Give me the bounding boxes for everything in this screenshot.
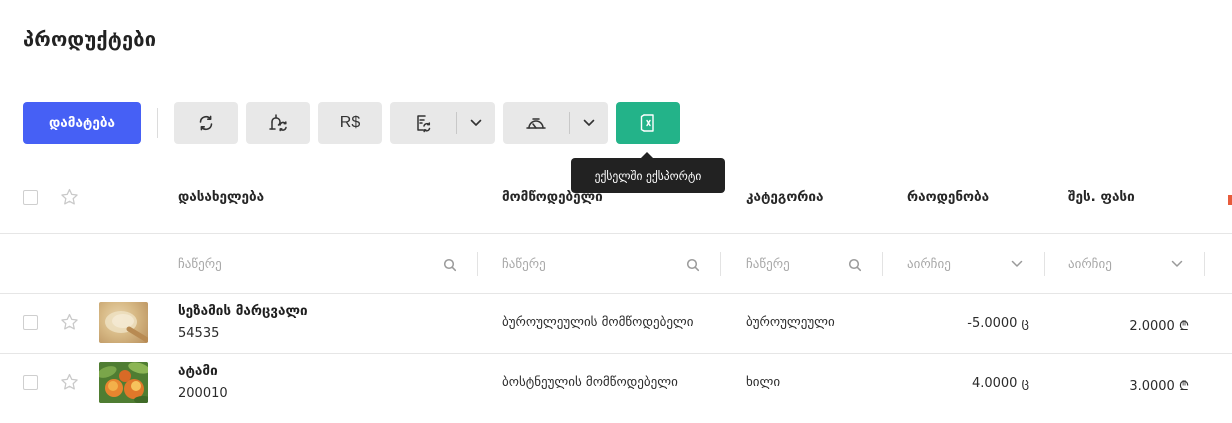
star-icon[interactable]	[60, 313, 79, 331]
chevron-down-icon	[583, 119, 595, 127]
row-checkbox[interactable]	[23, 315, 38, 330]
product-code: 200010	[178, 386, 228, 401]
product-supplier: ბუროულეულის მომწოდებელი	[502, 315, 694, 330]
row-checkbox[interactable]	[23, 375, 38, 390]
product-category: ბუროულეული	[746, 315, 835, 330]
product-category: ხილი	[746, 375, 781, 390]
scale-button[interactable]	[503, 102, 608, 144]
add-button[interactable]: დამატება	[23, 102, 141, 144]
column-header-overflow	[1228, 195, 1232, 205]
filter-separator	[882, 252, 883, 276]
star-icon[interactable]	[60, 373, 79, 391]
star-icon[interactable]	[60, 188, 79, 206]
name-filter-input[interactable]: ჩაწერე	[178, 252, 458, 276]
price-sync-icon	[267, 113, 289, 133]
price-filter-select[interactable]: აირჩიე	[1068, 252, 1188, 276]
document-sync-main[interactable]	[390, 102, 456, 144]
column-header-category[interactable]: კატეგორია	[746, 189, 824, 205]
divider	[0, 293, 1232, 294]
search-icon	[443, 258, 457, 272]
search-icon	[686, 258, 700, 272]
export-tooltip: ექსელში ექსპორტი	[571, 152, 725, 193]
product-image-peach	[99, 362, 148, 403]
product-price: 2.0000 ₾	[1129, 319, 1189, 334]
scale-dropdown[interactable]	[570, 102, 608, 144]
excel-export-button[interactable]	[616, 102, 680, 144]
filter-separator	[1204, 252, 1205, 276]
column-header-name[interactable]: დასახელება	[178, 189, 264, 205]
divider	[0, 353, 1232, 354]
column-header-price[interactable]: შეს. ფასი	[1068, 189, 1135, 205]
search-icon	[848, 258, 862, 272]
filter-separator	[477, 252, 478, 276]
currency-button[interactable]: R$	[318, 102, 382, 144]
divider	[0, 233, 1232, 234]
refresh-button[interactable]	[174, 102, 238, 144]
chevron-down-icon	[470, 119, 482, 127]
scale-main[interactable]	[503, 102, 569, 144]
category-filter-input[interactable]: ჩაწერე	[746, 252, 846, 276]
column-header-supplier[interactable]: მომწოდებელი	[502, 189, 603, 205]
product-supplier: ბოსტნეულის მომწოდებელი	[502, 375, 678, 390]
price-sync-button[interactable]	[246, 102, 310, 144]
currency-rs-icon: R$	[339, 114, 361, 131]
product-price: 3.0000 ₾	[1129, 379, 1189, 394]
product-name[interactable]: ატამი	[178, 363, 218, 379]
document-sync-dropdown[interactable]	[457, 102, 495, 144]
toolbar-divider	[157, 108, 158, 138]
product-quantity: -5.0000 ც	[967, 316, 1029, 331]
select-all-checkbox[interactable]	[23, 190, 38, 205]
product-name[interactable]: სეზამის მარცვალი	[178, 303, 308, 319]
product-quantity: 4.0000 ც	[971, 376, 1029, 391]
column-header-quantity[interactable]: რაოდენობა	[907, 189, 989, 205]
document-sync-icon	[413, 113, 433, 133]
product-code: 54535	[178, 326, 220, 341]
chevron-down-icon	[1171, 260, 1183, 268]
scale-icon	[525, 115, 547, 131]
filter-separator	[720, 252, 721, 276]
refresh-icon	[197, 114, 215, 132]
excel-export-icon	[640, 113, 656, 133]
quantity-filter-select[interactable]: აირჩიე	[907, 252, 1027, 276]
page-title: პროდუქტები	[23, 27, 157, 51]
filter-separator	[1044, 252, 1045, 276]
chevron-down-icon	[1011, 260, 1023, 268]
product-image-sesame	[99, 302, 148, 343]
document-sync-button[interactable]	[390, 102, 495, 144]
supplier-filter-input[interactable]: ჩაწერე	[502, 252, 702, 276]
